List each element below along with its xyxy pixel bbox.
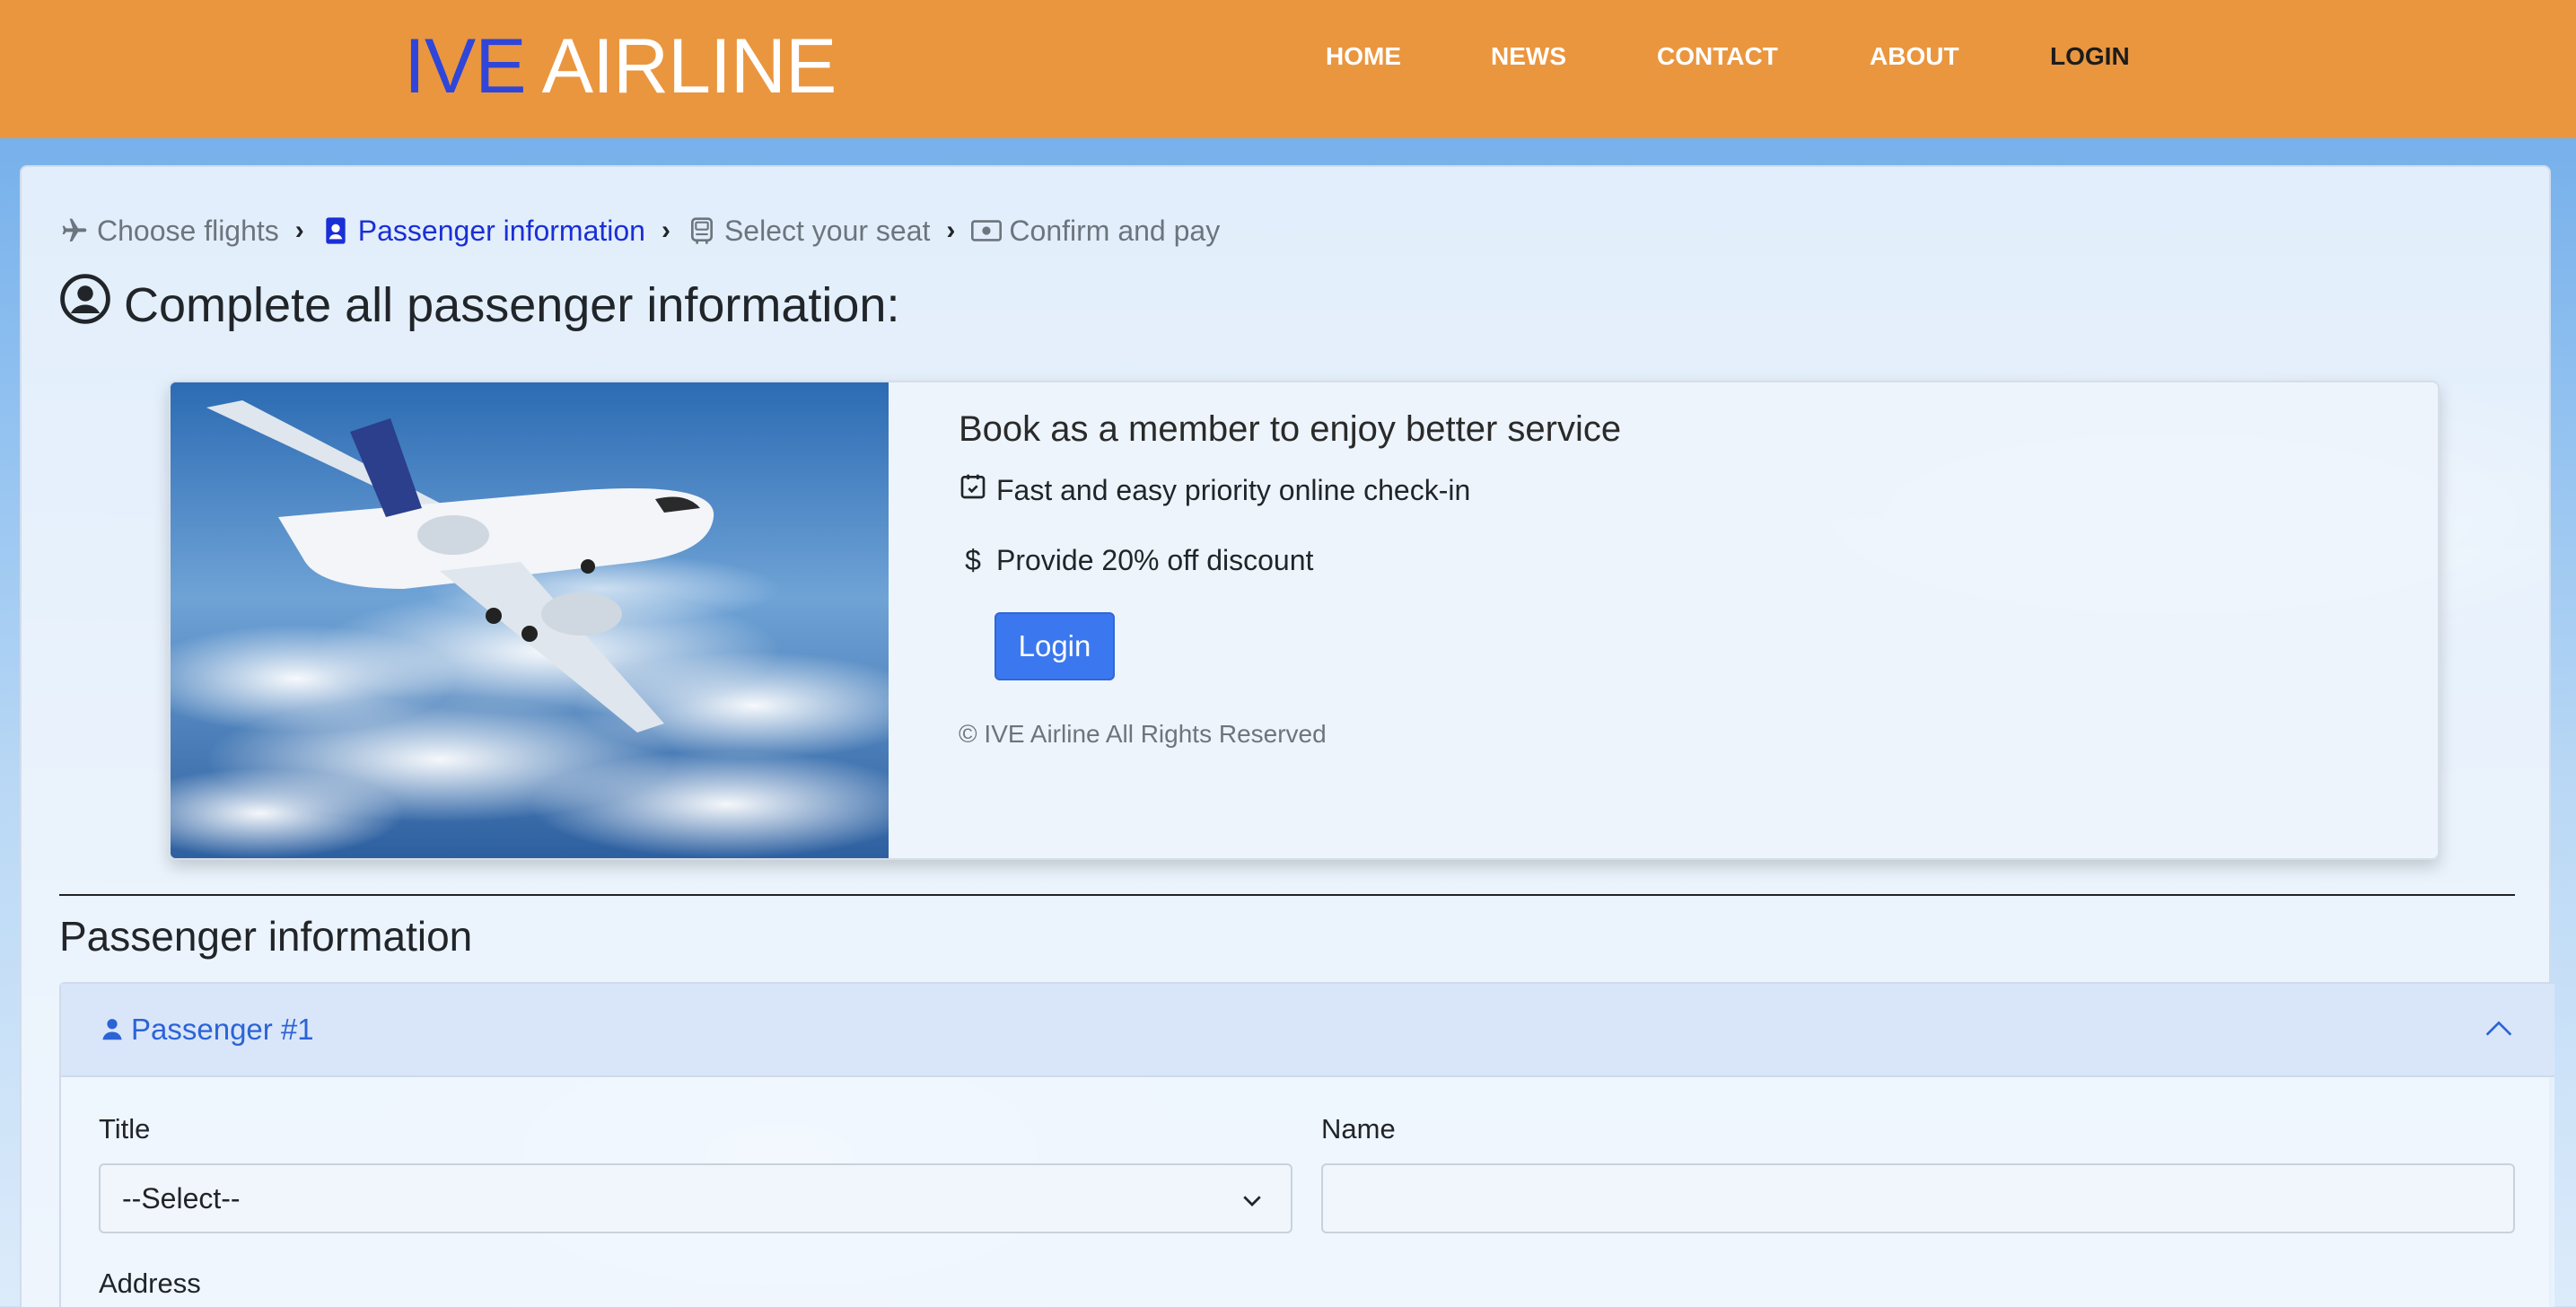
top-header: IVE AIRLINE HOME NEWS CONTACT ABOUT LOGI… xyxy=(0,0,2576,138)
breadcrumb-label: Choose flights xyxy=(97,214,279,247)
passenger-accordion-header[interactable]: Passenger #1 xyxy=(61,984,2554,1077)
chevron-right-icon: › xyxy=(661,215,670,245)
promo-login-button[interactable]: Login xyxy=(994,612,1115,680)
title-label: Title xyxy=(99,1113,151,1145)
airplane-image xyxy=(171,382,889,858)
name-label: Name xyxy=(1321,1113,1396,1145)
feature-text: Fast and easy priority online check-in xyxy=(996,473,1471,506)
nav-contact[interactable]: CONTACT xyxy=(1657,42,1778,71)
passenger-accordion: Passenger #1 Title --Select-- Name Addre… xyxy=(59,982,2554,1307)
breadcrumb-label: Confirm and pay xyxy=(1009,214,1221,247)
nav-home[interactable]: HOME xyxy=(1326,42,1401,71)
member-promo-card: Book as a member to enjoy better service… xyxy=(169,381,2440,860)
nav-about[interactable]: ABOUT xyxy=(1870,42,1959,71)
divider xyxy=(59,894,2515,896)
feature-text: Provide 20% off discount xyxy=(996,544,1314,576)
seat-icon xyxy=(687,215,717,246)
breadcrumb-passenger-information[interactable]: Passenger information xyxy=(320,215,645,248)
user-circle-icon xyxy=(59,273,111,337)
address-label: Address xyxy=(99,1268,201,1299)
chevron-up-icon[interactable] xyxy=(2481,1011,2517,1054)
calendar-check-icon xyxy=(959,472,987,508)
chevron-down-icon xyxy=(1239,1187,1266,1221)
section-title: Passenger information xyxy=(59,913,473,960)
page-title: Complete all passenger information: xyxy=(59,273,899,337)
plane-icon xyxy=(59,215,90,246)
breadcrumb-label: Passenger information xyxy=(357,214,645,247)
name-field[interactable] xyxy=(1321,1163,2515,1233)
passenger-header-label: Passenger #1 xyxy=(131,1013,314,1046)
breadcrumb-select-seat[interactable]: Select your seat xyxy=(687,215,930,248)
chevron-right-icon: › xyxy=(294,215,304,245)
main-content: Choose flights › Passenger information ›… xyxy=(20,165,2554,1307)
chevron-right-icon: › xyxy=(946,215,956,245)
id-badge-icon xyxy=(320,215,351,246)
feature-discount: $ Provide 20% off discount xyxy=(959,544,1313,577)
brand-logo[interactable]: IVE AIRLINE xyxy=(404,23,837,110)
promo-title: Book as a member to enjoy better service xyxy=(959,409,1622,449)
breadcrumb-choose-flights[interactable]: Choose flights xyxy=(59,215,279,248)
nav-login[interactable]: LOGIN xyxy=(2050,42,2130,71)
breadcrumb: Choose flights › Passenger information ›… xyxy=(59,210,1220,251)
brand-part-ive: IVE xyxy=(404,23,527,110)
promo-body: Book as a member to enjoy better service… xyxy=(959,382,2438,858)
nav-news[interactable]: NEWS xyxy=(1491,42,1566,71)
page-title-text: Complete all passenger information: xyxy=(124,277,900,332)
person-icon xyxy=(99,1016,126,1043)
copyright-text: © IVE Airline All Rights Reserved xyxy=(959,720,1327,748)
dollar-icon: $ xyxy=(965,544,981,576)
cash-icon xyxy=(971,215,1003,246)
brand-part-airline: AIRLINE xyxy=(541,23,837,110)
breadcrumb-label: Select your seat xyxy=(723,214,931,247)
title-select[interactable]: --Select-- xyxy=(99,1163,1292,1233)
breadcrumb-confirm-pay[interactable]: Confirm and pay xyxy=(971,215,1220,248)
title-select-value: --Select-- xyxy=(122,1181,241,1215)
feature-checkin: Fast and easy priority online check-in xyxy=(959,472,1470,508)
